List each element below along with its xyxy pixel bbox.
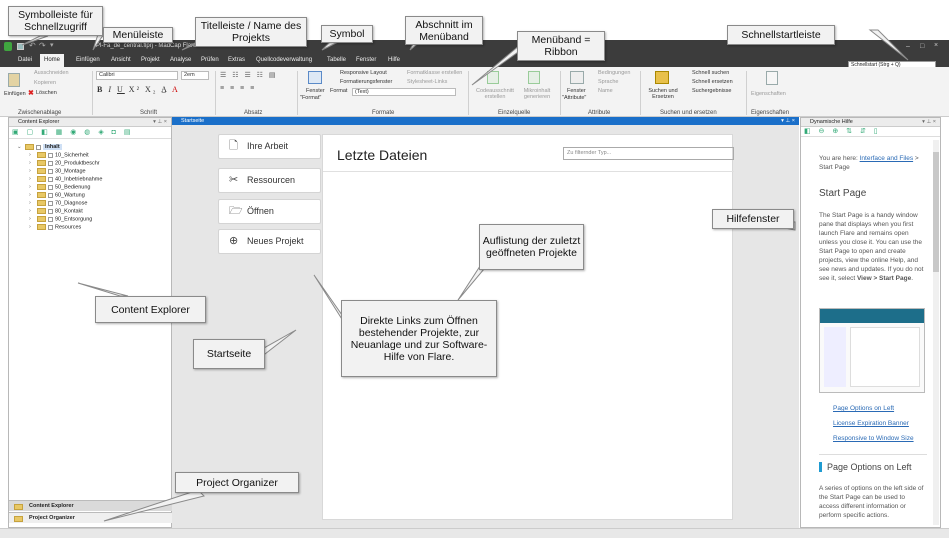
callout-symbol: Symbol bbox=[321, 25, 373, 43]
callout-arrows bbox=[21, 27, 909, 522]
callout-menu-bar: Menüleiste bbox=[103, 27, 173, 43]
callout-ribbon: Menüband = Ribbon bbox=[517, 31, 605, 61]
callout-content-explorer: Content Explorer bbox=[95, 296, 206, 323]
callout-help-window: Hilfefenster bbox=[712, 209, 794, 229]
callout-start-page: Startseite bbox=[193, 339, 265, 369]
callout-recent: Auflistung der zuletzt geöffneten Projek… bbox=[479, 224, 584, 270]
callout-ribbon-section: Abschnitt im Menüband bbox=[405, 16, 483, 45]
callout-project-organizer: Project Organizer bbox=[175, 472, 299, 493]
callout-quick-access: Symbolleiste für Schnellzugriff bbox=[8, 6, 103, 36]
callout-links: Direkte Links zum Öffnen bestehender Pro… bbox=[341, 300, 497, 377]
callout-quick-launch: Schnellstartleiste bbox=[727, 25, 835, 45]
callout-title-bar: Titelleiste / Name des Projekts bbox=[195, 17, 307, 47]
